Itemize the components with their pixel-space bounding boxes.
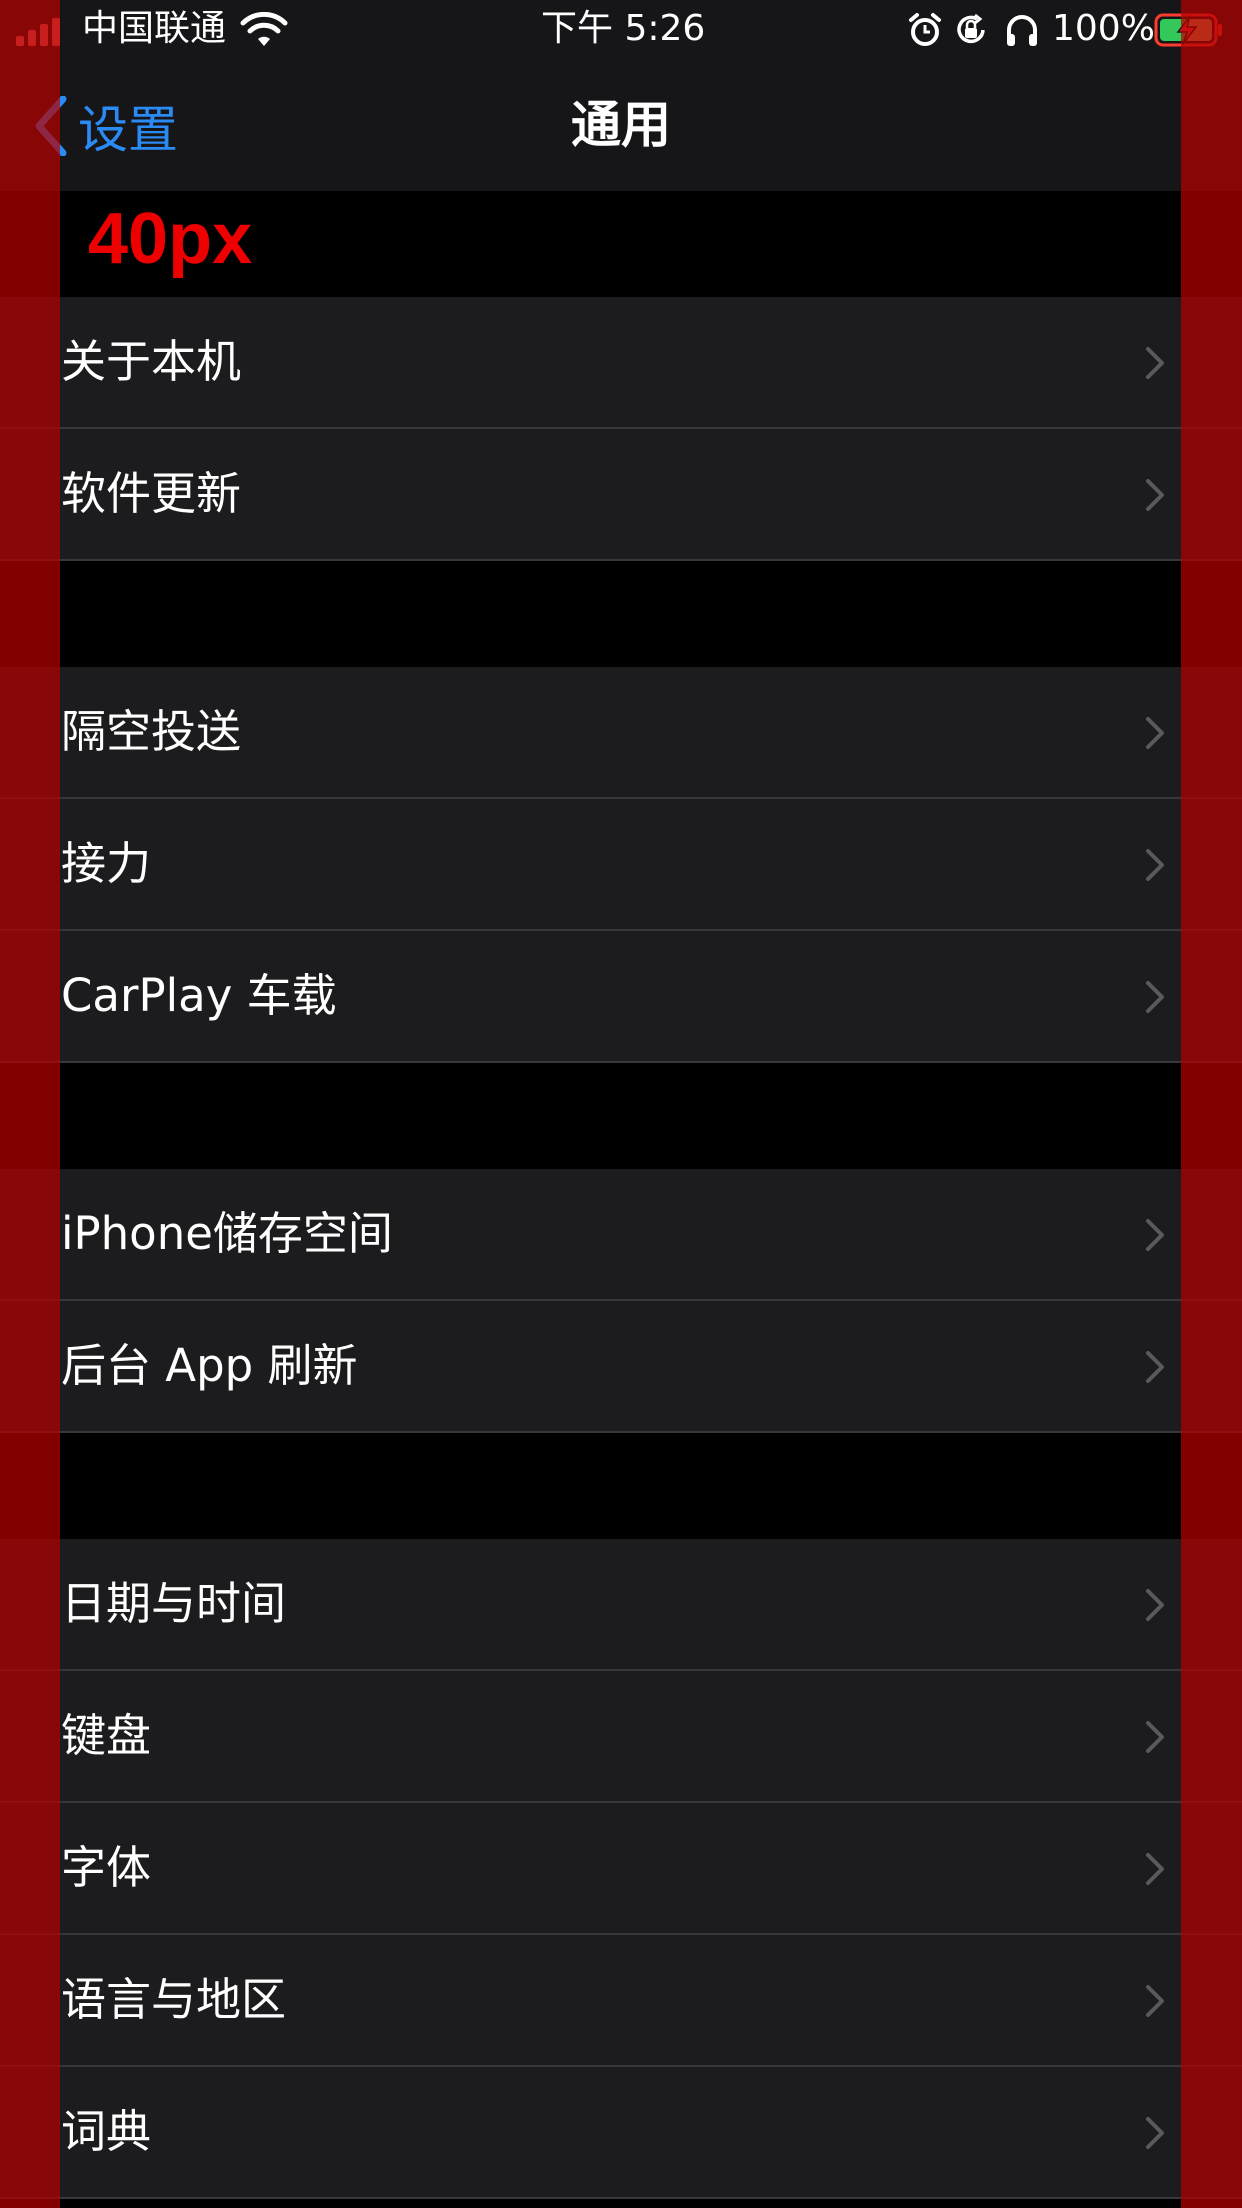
orientation-lock-icon <box>957 13 985 44</box>
chevron-right-icon <box>1146 1351 1164 1383</box>
section-spacer <box>0 1063 1242 1169</box>
settings-row-label: CarPlay 车载 <box>61 969 337 1022</box>
settings-row[interactable]: 隔空投送 <box>0 667 1242 799</box>
signal-icon <box>16 18 60 46</box>
battery-charging-icon <box>1154 13 1222 47</box>
settings-row[interactable]: iPhone储存空间 <box>0 1169 1242 1301</box>
settings-row[interactable]: CarPlay 车载 <box>0 931 1242 1063</box>
alarm-icon <box>909 13 941 46</box>
settings-row[interactable]: 日期与时间 <box>0 1539 1242 1671</box>
settings-row[interactable]: 语言与地区 <box>0 1935 1242 2067</box>
chevron-right-icon <box>1146 1853 1164 1885</box>
page-title: 通用 <box>571 96 671 154</box>
settings-row[interactable]: 关于本机 <box>0 297 1242 429</box>
settings-row[interactable]: 接力 <box>0 799 1242 931</box>
section-spacer <box>0 1433 1242 1539</box>
settings-row[interactable]: 词典 <box>0 2067 1242 2199</box>
settings-row-label: 日期与时间 <box>61 1577 287 1630</box>
navigation-bar: 设置 通用 <box>0 60 1242 191</box>
chevron-right-icon <box>1146 1219 1164 1251</box>
settings-row[interactable]: 字体 <box>0 1803 1242 1935</box>
carrier-name: 中国联通 <box>82 8 227 49</box>
chevron-right-icon <box>1146 479 1164 511</box>
chevron-right-icon <box>1146 347 1164 379</box>
settings-row-label: 词典 <box>61 2105 152 2158</box>
status-bar: 中国联通 下午 5:26 100% <box>0 0 1242 60</box>
settings-row[interactable]: 软件更新 <box>0 429 1242 561</box>
chevron-right-icon <box>1146 981 1164 1013</box>
chevron-right-icon <box>1146 717 1164 749</box>
margin-guide-label: 40px <box>88 199 253 279</box>
settings-row-label: 软件更新 <box>61 467 242 520</box>
settings-row-label: 键盘 <box>61 1709 152 1762</box>
status-time: 下午 5:26 <box>541 8 706 49</box>
settings-row-label: 字体 <box>61 1841 152 1894</box>
chevron-right-icon <box>1146 1985 1164 2017</box>
settings-row-label: 后台 App 刷新 <box>61 1339 358 1392</box>
battery-percent: 100% <box>1052 8 1155 49</box>
headphones-icon <box>1007 15 1037 46</box>
chevron-right-icon <box>1146 1589 1164 1621</box>
chevron-right-icon <box>1146 849 1164 881</box>
chevron-right-icon <box>1146 2117 1164 2149</box>
settings-row-label: iPhone储存空间 <box>61 1207 393 1260</box>
settings-row-label: 接力 <box>61 837 152 890</box>
wifi-icon <box>240 12 288 46</box>
settings-row-label: 语言与地区 <box>61 1973 287 2026</box>
settings-row[interactable]: 后台 App 刷新 <box>0 1301 1242 1433</box>
section-spacer <box>0 561 1242 667</box>
settings-row-label: 关于本机 <box>61 335 242 388</box>
settings-row[interactable]: 键盘 <box>0 1671 1242 1803</box>
chevron-right-icon <box>1146 1721 1164 1753</box>
settings-row-label: 隔空投送 <box>61 705 242 758</box>
